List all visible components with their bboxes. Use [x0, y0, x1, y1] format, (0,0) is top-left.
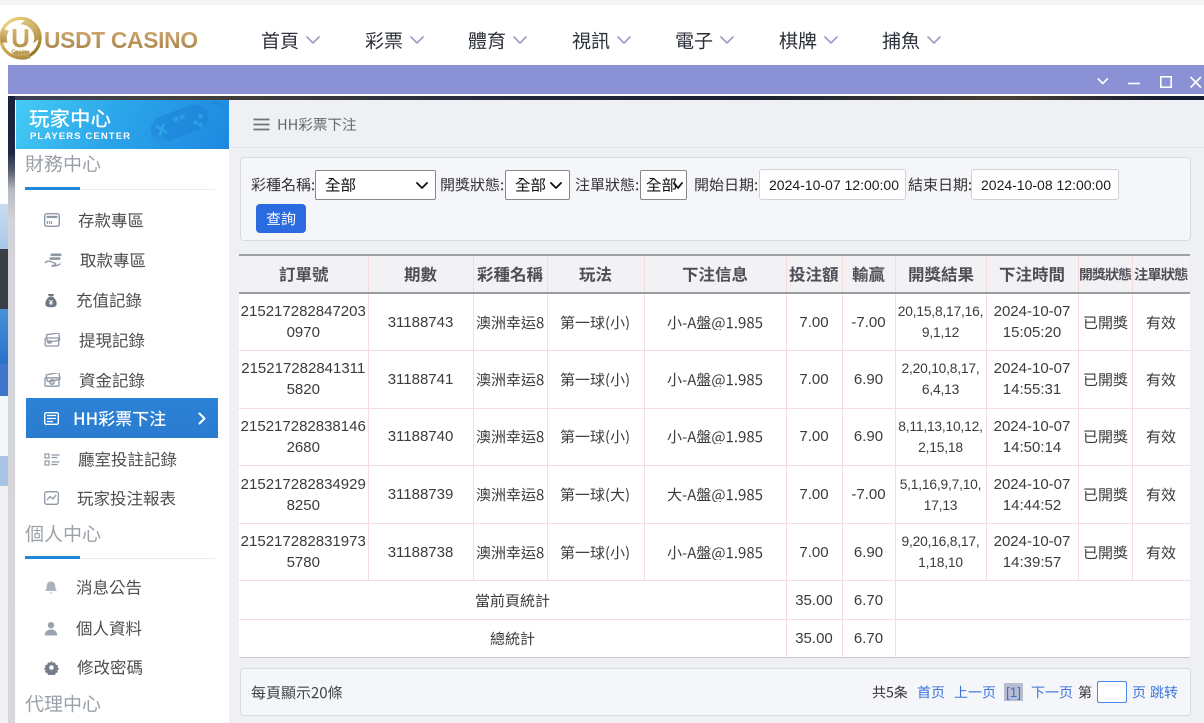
svg-text:Casino: Casino: [11, 50, 30, 56]
svg-text:U: U: [11, 23, 30, 53]
